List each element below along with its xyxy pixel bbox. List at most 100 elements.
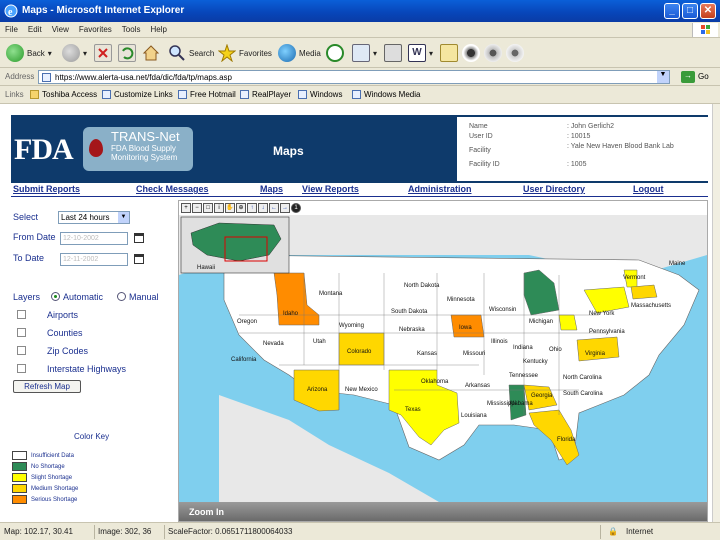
go-arrow-icon[interactable]: → [681,71,695,83]
menu-favorites[interactable]: Favorites [74,22,117,37]
gear-button[interactable] [484,43,502,63]
mail-button[interactable]: ▾ [352,43,377,63]
info-icon[interactable]: 1 [291,202,301,213]
info-key: Name [469,123,488,130]
print-icon [384,44,402,62]
nav-check-messages[interactable]: Check Messages [136,184,209,194]
close-button[interactable]: ✕ [700,3,716,19]
toolbar: Back ▾ ▾ Search Favorites Media ▾ W ▾ [0,38,720,68]
page-icon [298,90,307,99]
media-button[interactable]: Media [278,43,321,63]
word-button[interactable]: W ▾ [408,43,433,63]
pan-south-icon[interactable]: ↓ [258,202,268,213]
pan-north-icon[interactable]: ↑ [247,202,257,213]
mail-dropdown-icon[interactable]: ▾ [373,49,377,58]
state-label: Idaho [283,311,299,317]
automatic-radio[interactable] [51,292,60,301]
refresh-map-button[interactable]: Refresh Map [13,380,81,393]
page-icon [42,73,51,82]
state-label: Arkansas [465,383,490,389]
zoom-out-tool-icon[interactable]: − [192,202,202,213]
link-customize-links[interactable]: Customize Links [102,90,173,99]
pan-west-icon[interactable]: ← [269,202,279,213]
go-button[interactable]: Go [698,72,709,81]
history-button[interactable] [326,43,344,63]
refresh-button[interactable] [118,43,136,63]
forward-button[interactable]: ▾ [62,43,87,63]
airports-checkbox[interactable] [17,310,26,319]
pan-tool-icon[interactable]: ✋ [225,202,235,213]
zoom-in-label[interactable]: Zoom In [189,507,224,517]
discuss-button[interactable] [440,43,458,63]
nav-logout[interactable]: Logout [633,184,664,194]
pan-east-icon[interactable]: → [280,202,290,213]
virginia-state[interactable] [576,336,620,362]
legend-item: Medium Shortage [12,483,78,494]
menu-tools[interactable]: Tools [117,22,146,37]
full-extent-tool-icon[interactable]: ⊕ [236,202,246,213]
interstate-highways-checkbox[interactable] [17,364,26,373]
legend-item: Serious Shortage [12,494,77,505]
zoom-bar[interactable]: Zoom In [179,502,707,521]
settings-button[interactable] [506,43,524,63]
calendar-icon[interactable] [134,233,144,243]
word-dropdown-icon[interactable]: ▾ [429,49,433,58]
nav-administration[interactable]: Administration [408,184,472,194]
favorites-label: Favorites [239,48,272,58]
identify-tool-icon[interactable]: i [214,202,224,213]
zip-codes-checkbox[interactable] [17,346,26,355]
status-image-coords: Image: 302, 36 [98,527,152,536]
calendar-icon[interactable] [134,254,144,264]
info-value: : John Gerlich2 [567,123,615,130]
address-bar: Address https://www.alerta-usa.net/fda/d… [0,68,720,86]
window-title: Maps - Microsoft Internet Explorer [22,5,185,16]
address-dropdown-icon[interactable]: ▼ [657,71,669,83]
discuss-icon [440,44,458,62]
nav-maps[interactable]: Maps [260,184,283,194]
maximize-button[interactable]: □ [682,3,698,19]
legend-swatch [12,451,27,460]
back-dropdown-icon[interactable]: ▾ [48,49,52,58]
time-range-select[interactable]: Last 24 hours ▼ [58,211,130,224]
link-windows[interactable]: Windows [298,90,342,99]
forward-dropdown-icon[interactable]: ▾ [83,49,87,58]
zoom-box-tool-icon[interactable]: □ [203,202,213,213]
address-input[interactable]: https://www.alerta-usa.net/fda/dic/fda/t… [38,70,670,84]
to-date-input[interactable]: 12-11-2002 [60,253,128,266]
messenger-button[interactable] [462,43,480,63]
minimize-button[interactable]: _ [664,3,680,19]
search-button[interactable]: Search [168,43,214,63]
favorites-button[interactable]: Favorites [217,43,272,63]
state-label: California [231,357,257,363]
link-realplayer[interactable]: RealPlayer [240,90,291,99]
ohio-state[interactable] [558,314,578,331]
menu-view[interactable]: View [47,22,74,37]
airports-label: Airports [47,310,79,320]
menu-file[interactable]: File [0,22,23,37]
nav-view-reports[interactable]: View Reports [302,184,359,194]
word-icon: W [408,44,426,62]
menu-edit[interactable]: Edit [23,22,47,37]
menu-help[interactable]: Help [145,22,171,37]
from-date-input[interactable]: 12-10-2002 [60,232,128,245]
massachusetts-state[interactable] [630,284,658,300]
zoom-in-tool-icon[interactable]: + [181,202,191,213]
link-toshiba-access[interactable]: Toshiba Access [30,90,97,99]
manual-radio[interactable] [117,292,126,301]
us-map[interactable]: Montana North Dakota Minnesota Wisconsin… [179,215,707,502]
vertical-scrollbar[interactable] [712,104,720,522]
chevron-down-icon[interactable]: ▼ [118,212,129,223]
us-map-svg[interactable]: Montana North Dakota Minnesota Wisconsin… [179,215,707,502]
back-button[interactable]: Back ▾ [6,43,52,63]
legend-item: Slight Shortage [12,472,72,483]
print-button[interactable] [384,43,402,63]
fda-logo: FDA [14,133,74,166]
nav-user-directory[interactable]: User Directory [523,184,585,194]
stop-button[interactable] [94,43,112,63]
nav-submit-reports[interactable]: Submit Reports [13,184,80,194]
link-windows-media[interactable]: Windows Media [352,90,420,99]
home-button[interactable] [142,43,160,63]
folder-icon [30,90,39,99]
counties-checkbox[interactable] [17,328,26,337]
link-free-hotmail[interactable]: Free Hotmail [178,90,236,99]
